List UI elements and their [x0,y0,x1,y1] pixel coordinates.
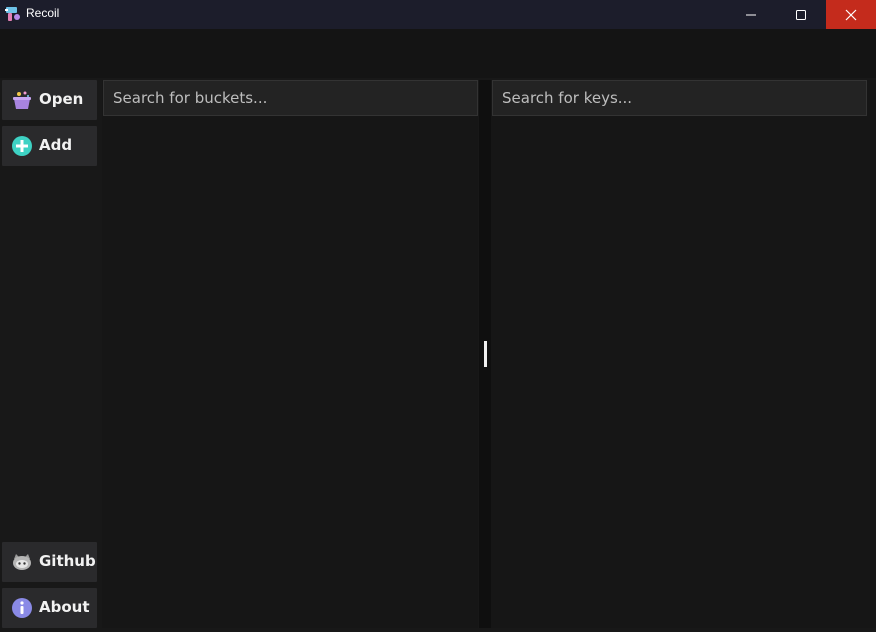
open-box-icon [13,91,31,109]
add-button[interactable]: Add [2,126,97,166]
about-button[interactable]: About [2,588,97,628]
open-button[interactable]: Open [2,80,97,120]
github-label: Github [39,552,96,570]
minimize-icon [746,14,756,15]
github-button[interactable]: Github [2,542,97,582]
about-label: About [39,598,90,616]
splitter-handle[interactable] [484,341,487,367]
key-search-input[interactable] [492,80,867,116]
keys-panel [491,80,876,628]
title-bar: Recoil [0,0,876,29]
app-title: Recoil [26,6,60,20]
toolbar-strip [0,29,876,78]
close-button[interactable] [826,0,876,29]
github-icon [13,554,31,570]
plus-circle-icon [12,136,32,156]
minimize-button[interactable] [726,0,776,29]
open-label: Open [39,90,84,108]
maximize-icon [796,9,806,20]
bucket-search-input[interactable] [103,80,478,116]
add-label: Add [39,136,73,154]
close-icon [845,9,857,20]
info-icon [12,598,32,618]
app-icon [5,7,20,21]
buckets-panel [102,80,478,628]
maximize-button[interactable] [776,0,826,29]
